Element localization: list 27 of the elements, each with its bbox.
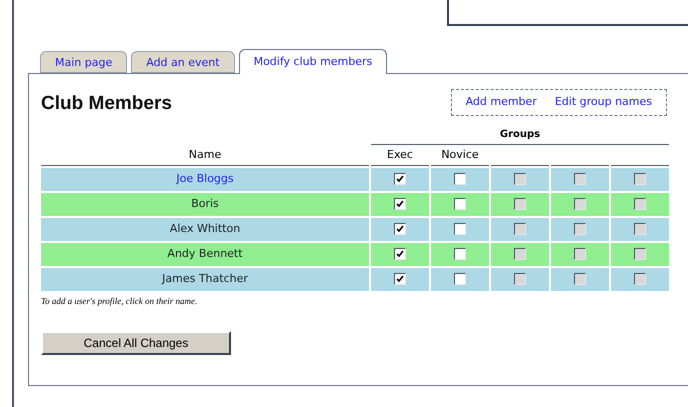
- column-heading: Groups: [371, 126, 669, 144]
- checkbox[interactable]: [394, 273, 406, 286]
- checkbox[interactable]: [394, 198, 406, 210]
- name-link[interactable]: Joe Bloggs: [176, 172, 234, 186]
- link[interactable]: Add member: [466, 94, 537, 110]
- member-name: Andy Bennett: [167, 247, 243, 260]
- cancel-button[interactable]: Cancel All Changes: [41, 330, 231, 354]
- checkbox[interactable]: [394, 248, 406, 260]
- member-name: James Thatcher: [162, 272, 248, 286]
- checkbox[interactable]: [454, 173, 466, 186]
- panel-title: Club Members: [41, 92, 172, 116]
- column-heading: Novice: [431, 146, 489, 166]
- column-heading: Exec: [371, 146, 429, 166]
- help-note: To add a user's profile, click on their name.: [41, 295, 198, 308]
- link[interactable]: Edit group names: [554, 94, 652, 110]
- column-heading: Name: [41, 146, 369, 166]
- member-name: Boris: [191, 197, 219, 210]
- tab[interactable]: Main page: [40, 51, 128, 73]
- tab[interactable]: Add an event: [131, 51, 235, 73]
- tab[interactable]: Modify club members: [238, 49, 388, 74]
- checkbox[interactable]: [454, 248, 466, 260]
- checkbox[interactable]: [454, 198, 466, 210]
- checkbox[interactable]: [454, 223, 466, 236]
- member-name: Alex Whitton: [170, 222, 240, 236]
- checkbox[interactable]: [394, 173, 406, 186]
- checkbox[interactable]: [454, 273, 466, 286]
- checkbox[interactable]: [394, 223, 406, 236]
